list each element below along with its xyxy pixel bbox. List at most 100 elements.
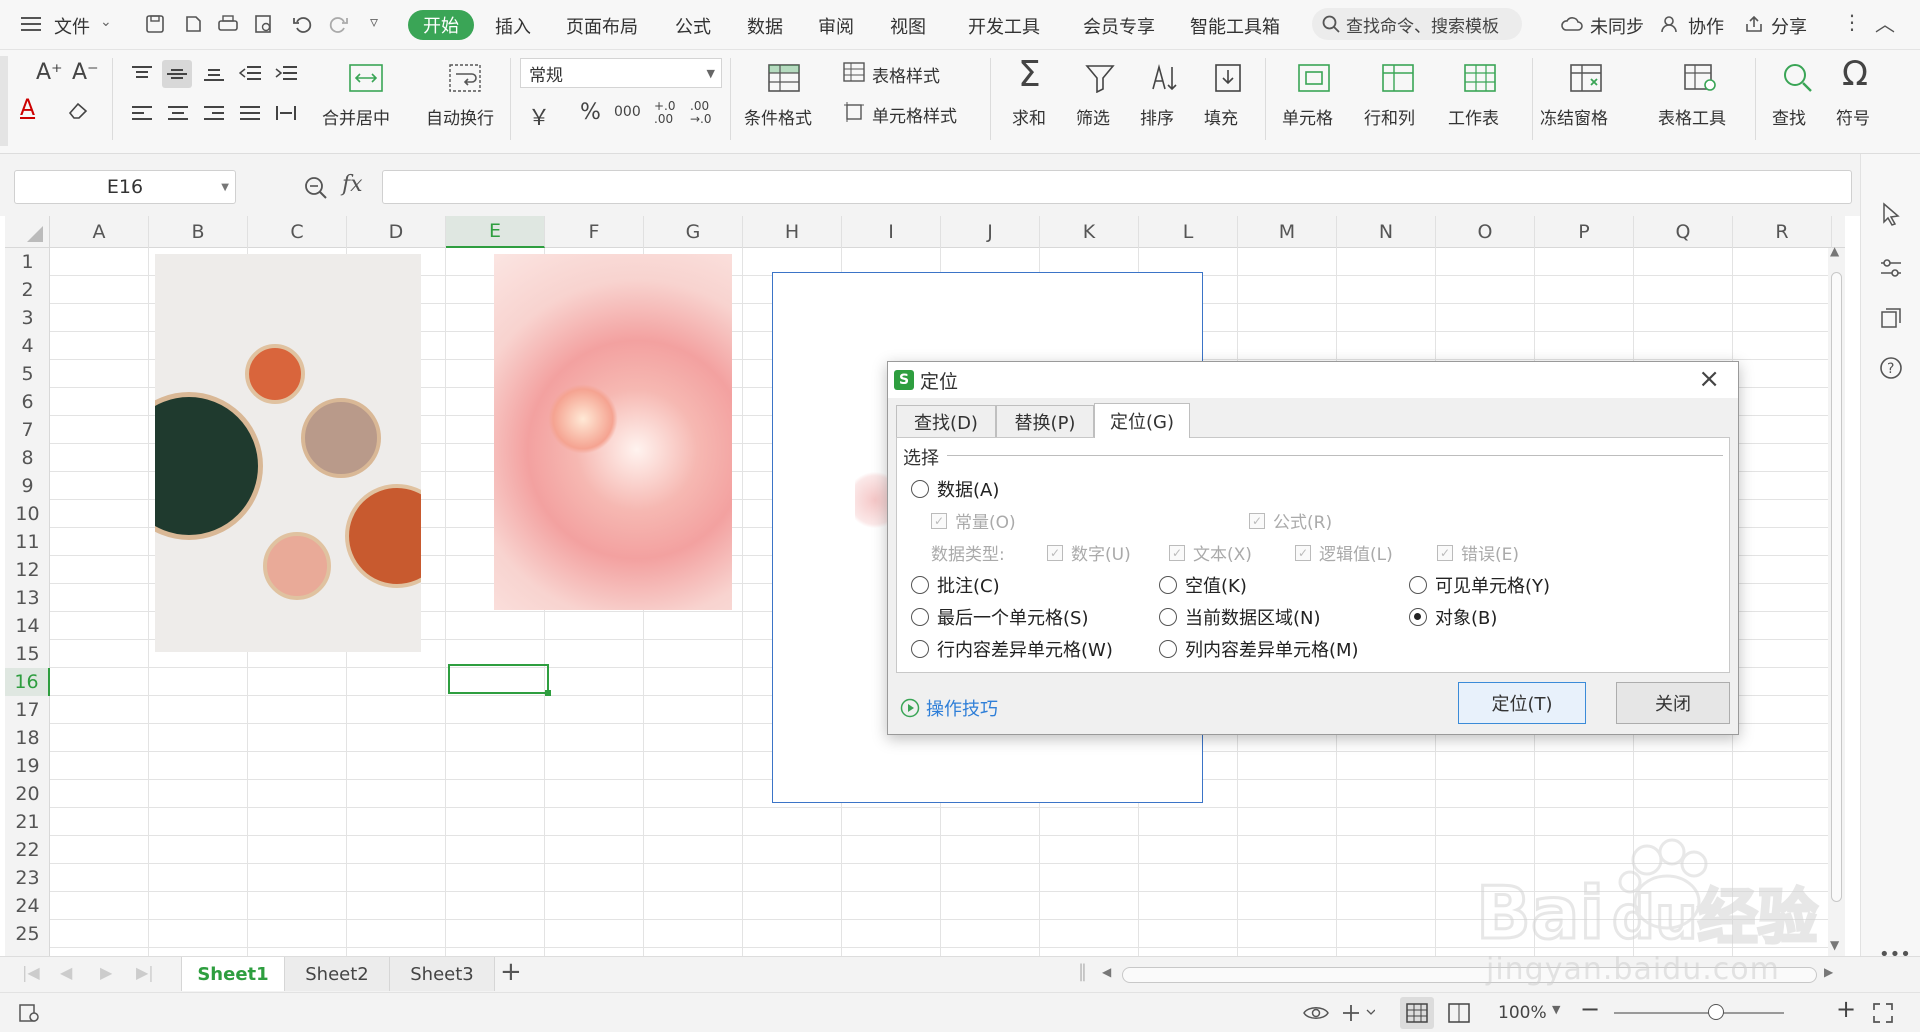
decrease-decimal-icon[interactable]: .00 →.0 [690,100,720,126]
zoom-level[interactable]: 100% [1498,1003,1547,1023]
symbol-button[interactable]: 符号 [1836,104,1870,129]
row-header[interactable]: 20 [5,780,50,808]
column-header[interactable]: C [248,216,347,248]
sheet-tab-sheet2[interactable]: Sheet2 [285,957,390,991]
column-header[interactable]: H [743,216,842,248]
settings-sliders-icon[interactable] [1877,254,1905,282]
radio-data[interactable] [911,480,929,498]
distributed-align-icon[interactable] [272,100,300,126]
sum-icon[interactable]: Σ [1018,54,1041,95]
function-icon[interactable]: fx [342,172,363,197]
tab-review[interactable]: 审阅 [818,13,854,39]
tab-replace[interactable]: 替换(P) [996,405,1094,437]
table-tools-button[interactable]: 表格工具 [1658,104,1726,129]
hamburger-icon[interactable] [20,12,44,36]
scroll-right-icon[interactable]: ▶ [1824,965,1833,979]
zoom-formula-icon[interactable] [302,174,330,202]
tab-view[interactable]: 视图 [890,13,926,39]
rows-columns-icon[interactable] [1378,58,1418,98]
picture-pink-flower[interactable] [494,254,732,610]
align-middle-icon[interactable] [162,60,192,88]
sort-icon[interactable] [1144,58,1184,98]
row-header[interactable]: 11 [5,528,50,556]
row-header[interactable]: 18 [5,724,50,752]
tab-page-layout[interactable]: 页面布局 [566,13,638,39]
align-center-icon[interactable] [164,100,192,126]
chevron-down-icon[interactable]: ⌄ [100,14,112,30]
vertical-scroll-thumb[interactable] [1831,272,1842,902]
align-right-icon[interactable] [200,100,228,126]
number-format-select[interactable]: 常规 ▼ [520,58,722,88]
close-icon[interactable]: × [1698,364,1720,394]
table-style-button[interactable]: 表格样式 [872,62,940,87]
prev-sheet-icon[interactable]: ◀ [60,963,72,982]
option-last-cell[interactable]: 最后一个单元格(S) [911,604,1088,630]
normal-view-icon[interactable] [1400,997,1434,1029]
ribbon-scroll-left[interactable] [0,56,8,146]
conditional-format-button[interactable]: 条件格式 [744,104,812,129]
option-current-region[interactable]: 当前数据区域(N) [1159,604,1321,630]
vertical-scrollbar[interactable]: ▲ ▼ [1828,244,1845,956]
dialog-title-bar[interactable]: S 定位 × [888,362,1738,398]
eye-protection-icon[interactable] [1302,1001,1330,1025]
tab-smart-toolbox[interactable]: 智能工具箱 [1190,13,1280,39]
print-icon[interactable] [216,12,240,36]
tab-formula[interactable]: 公式 [675,13,711,39]
sync-status[interactable]: 未同步 [1590,13,1644,39]
option-data[interactable]: 数据(A) [911,476,999,502]
reading-mode-icon[interactable] [1338,1001,1378,1025]
font-decrease-icon[interactable]: A⁻ [72,60,99,85]
redo-icon[interactable] [327,12,351,36]
tab-developer[interactable]: 开发工具 [968,13,1040,39]
file-menu[interactable]: 文件 [54,13,90,39]
sheet-tab-sheet3[interactable]: Sheet3 [390,957,495,991]
zoom-out-icon[interactable]: − [1580,995,1600,1023]
row-header[interactable]: 23 [5,864,50,892]
chevron-down-icon[interactable]: ▼ [1552,1003,1560,1016]
backup-icon[interactable] [1877,304,1905,332]
radio-visible-cells[interactable] [1409,576,1427,594]
select-all-corner[interactable] [5,216,50,248]
more-options-icon[interactable]: ⋮ [1842,10,1862,34]
rows-columns-button[interactable]: 行和列 [1364,104,1415,129]
tab-find[interactable]: 查找(D) [896,405,996,437]
option-row-differences[interactable]: 行内容差异单元格(W) [911,636,1113,662]
output-pdf-icon[interactable] [181,12,205,36]
row-header[interactable]: 1 [5,248,50,276]
picture-embroidery-hoops[interactable] [155,254,421,652]
omega-symbol-icon[interactable]: Ω [1842,54,1868,94]
zoom-slider-track[interactable] [1614,1012,1784,1014]
row-header[interactable]: 14 [5,612,50,640]
radio-blank[interactable] [1159,576,1177,594]
radio-current-region[interactable] [1159,608,1177,626]
tips-link[interactable]: 操作技巧 [900,695,998,721]
first-sheet-icon[interactable]: |◀ [22,963,40,982]
row-header[interactable]: 19 [5,752,50,780]
tab-goto[interactable]: 定位(G) [1094,403,1190,438]
horizontal-scroll-thumb[interactable] [1122,967,1817,983]
tab-data[interactable]: 数据 [747,13,783,39]
row-header[interactable]: 12 [5,556,50,584]
font-color-icon[interactable]: A [20,96,35,121]
column-header[interactable]: D [347,216,446,248]
column-header[interactable]: E [446,216,545,248]
option-visible-cells[interactable]: 可见单元格(Y) [1409,572,1550,598]
column-header[interactable]: B [149,216,248,248]
zoom-slider-thumb[interactable] [1708,1004,1724,1020]
radio-last-cell[interactable] [911,608,929,626]
next-sheet-icon[interactable]: ▶ [100,963,112,982]
column-header[interactable]: N [1337,216,1436,248]
percent-icon[interactable]: % [580,100,601,125]
option-object[interactable]: 对象(B) [1409,604,1497,630]
row-header[interactable]: 22 [5,836,50,864]
cell-style-button[interactable]: 单元格样式 [872,102,957,127]
column-header[interactable]: F [545,216,644,248]
sum-button[interactable]: 求和 [1012,104,1046,129]
row-header[interactable]: 15 [5,640,50,668]
horizontal-scrollbar[interactable]: ◀ ▶ [1100,965,1840,985]
option-comment[interactable]: 批注(C) [911,572,1000,598]
align-left-icon[interactable] [128,100,156,126]
decrease-indent-icon[interactable] [236,60,264,86]
tab-insert[interactable]: 插入 [495,13,531,39]
share-button[interactable]: 分享 [1771,13,1807,39]
